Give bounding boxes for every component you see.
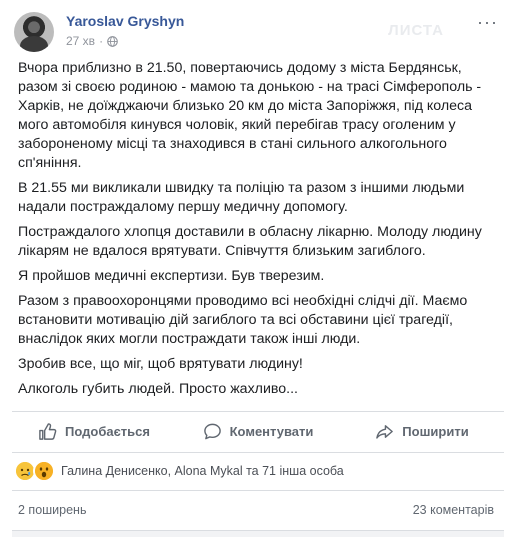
more-options-icon[interactable]: ··· — [477, 12, 498, 33]
avatar[interactable] — [14, 12, 54, 52]
watermark: ЛИСТА — [388, 22, 444, 39]
comment-label: Коментувати — [229, 423, 314, 439]
post-body: Вчора приблизно в 21.50, повертаючись до… — [18, 59, 500, 405]
share-label: Поширити — [402, 423, 469, 439]
comment-button[interactable]: Коментувати — [176, 414, 340, 448]
post-paragraph: Зробив все, що міг, щоб врятувати людину… — [18, 356, 303, 372]
reactions-summary[interactable]: Галина Денисенко, Alona Mykal та 71 інша… — [14, 460, 344, 482]
action-bar: Подобається Коментувати Поширити — [12, 414, 504, 448]
post-header: Yaroslav Gryshyn 27 хв · ЛИСТА ··· — [14, 10, 504, 54]
divider — [12, 411, 504, 412]
dot-separator: · — [99, 34, 104, 48]
post-paragraph: В 21.55 ми викликали швидку та поліцію т… — [18, 180, 465, 215]
post-paragraph: Алкоголь губить людей. Просто жахливо... — [18, 381, 298, 397]
share-button[interactable]: Поширити — [340, 414, 504, 448]
like-button[interactable]: Подобається — [12, 414, 176, 448]
post-card: Yaroslav Gryshyn 27 хв · ЛИСТА ··· Вчора… — [0, 0, 516, 537]
divider — [12, 490, 504, 491]
share-icon — [376, 424, 394, 439]
globe-icon — [107, 35, 118, 47]
post-paragraph: Разом з правоохоронцями проводимо всі не… — [18, 293, 468, 347]
reaction-names[interactable]: Галина Денисенко, Alona Mykal та 71 інша… — [61, 464, 344, 478]
shares-count[interactable]: 2 поширень — [18, 503, 86, 517]
author-name[interactable]: Yaroslav Gryshyn — [66, 13, 184, 29]
post-paragraph: Вчора приблизно в 21.50, повертаючись до… — [18, 60, 482, 171]
wow-icon — [33, 460, 55, 482]
post-stats: 2 поширень 23 коментарів — [18, 503, 494, 517]
like-label: Подобається — [65, 423, 150, 439]
post-meta: 27 хв · — [66, 34, 118, 48]
comments-count[interactable]: 23 коментарів — [413, 503, 494, 517]
comment-icon — [203, 423, 221, 439]
divider — [12, 452, 504, 453]
thumbs-up-icon — [39, 422, 57, 440]
post-paragraph: Я пройшов медичні експертизи. Був тверез… — [18, 268, 325, 284]
post-paragraph: Постраждалого хлопця доставили в обласну… — [18, 224, 482, 259]
post-time[interactable]: 27 хв — [66, 34, 95, 48]
